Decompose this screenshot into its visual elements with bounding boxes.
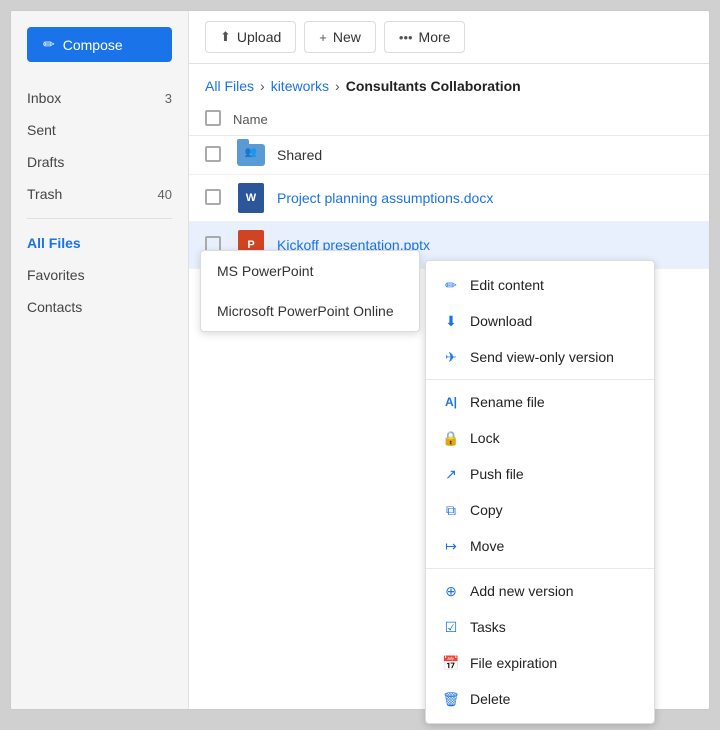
context-menu: ✏ Edit content ⬇ Download ✈ Send view-on… xyxy=(425,260,655,709)
folder-people-icon: 👥 xyxy=(245,147,257,158)
upload-icon: ⬆ xyxy=(220,29,231,45)
push-file-label: Push file xyxy=(470,466,524,482)
sidebar: ✏ Compose Inbox 3 Sent Drafts Trash 40 A… xyxy=(11,11,189,709)
delete-label: Delete xyxy=(470,691,510,707)
breadcrumb-part2[interactable]: kiteworks xyxy=(271,78,329,94)
breadcrumb-sep1: › xyxy=(260,78,265,94)
context-menu-push-file[interactable]: ↗ Push file xyxy=(426,456,654,492)
rename-file-label: Rename file xyxy=(470,394,545,410)
file-expiration-icon: 📅 xyxy=(442,654,460,672)
inbox-label: Inbox xyxy=(27,90,165,106)
dots-icon: ••• xyxy=(399,30,413,45)
breadcrumb-sep2: › xyxy=(335,78,340,94)
sidebar-item-sent[interactable]: Sent xyxy=(11,114,188,146)
upload-button[interactable]: ⬆ Upload xyxy=(205,21,296,53)
edit-content-label: Edit content xyxy=(470,277,544,293)
contacts-label: Contacts xyxy=(27,299,172,315)
context-menu-file-expiration[interactable]: 📅 File expiration xyxy=(426,645,654,681)
context-menu-move[interactable]: ↦ Move xyxy=(426,528,654,564)
sidebar-item-all-files[interactable]: All Files xyxy=(11,227,188,259)
more-button[interactable]: ••• More xyxy=(384,21,466,53)
all-files-label: All Files xyxy=(27,235,172,251)
header-checkbox[interactable] xyxy=(205,110,221,126)
sidebar-item-inbox[interactable]: Inbox 3 xyxy=(11,82,188,114)
context-menu-edit-content[interactable]: ✏ Edit content xyxy=(426,267,654,303)
nav-divider-1 xyxy=(27,218,172,219)
push-file-icon: ↗ xyxy=(442,465,460,483)
pencil-icon: ✏ xyxy=(43,36,55,53)
new-button[interactable]: + New xyxy=(304,21,376,53)
app-chooser-ms-powerpoint-online[interactable]: Microsoft PowerPoint Online xyxy=(201,291,419,331)
toolbar: ⬆ Upload + New ••• More xyxy=(189,11,709,64)
context-menu-tasks[interactable]: ☑ Tasks xyxy=(426,609,654,645)
plus-icon: + xyxy=(319,30,327,45)
context-menu-download[interactable]: ⬇ Download xyxy=(426,303,654,339)
context-menu-delete[interactable]: 🗑 Delete xyxy=(426,681,654,709)
sidebar-item-drafts[interactable]: Drafts xyxy=(11,146,188,178)
send-view-only-label: Send view-only version xyxy=(470,349,614,365)
app-chooser-dropdown: MS PowerPoint Microsoft PowerPoint Onlin… xyxy=(200,250,420,332)
trash-label: Trash xyxy=(27,186,158,202)
table-row[interactable]: W Project planning assumptions.docx xyxy=(189,175,709,222)
folder-icon-shared: 👥 xyxy=(233,144,269,166)
file-list-header: Name xyxy=(189,104,709,136)
delete-icon: 🗑 xyxy=(442,690,460,708)
add-new-version-label: Add new version xyxy=(470,583,574,599)
drafts-label: Drafts xyxy=(27,154,172,170)
context-menu-rename-file[interactable]: A| Rename file xyxy=(426,384,654,420)
context-divider-1 xyxy=(426,379,654,380)
sidebar-item-trash[interactable]: Trash 40 xyxy=(11,178,188,210)
breadcrumb-current: Consultants Collaboration xyxy=(346,78,521,94)
compose-button[interactable]: ✏ Compose xyxy=(27,27,172,62)
more-label: More xyxy=(419,29,451,45)
move-icon: ↦ xyxy=(442,537,460,555)
table-row[interactable]: 👥 Shared xyxy=(189,136,709,175)
breadcrumb: All Files › kiteworks › Consultants Coll… xyxy=(189,64,709,104)
main-content: ⬆ Upload + New ••• More All Files › kite… xyxy=(189,11,709,709)
compose-label: Compose xyxy=(63,37,123,53)
context-menu-add-new-version[interactable]: ⊕ Add new version xyxy=(426,573,654,609)
row-checkbox-word[interactable] xyxy=(205,189,221,205)
favorites-label: Favorites xyxy=(27,267,172,283)
tasks-label: Tasks xyxy=(470,619,506,635)
copy-label: Copy xyxy=(470,502,503,518)
context-menu-lock[interactable]: 🔒 Lock xyxy=(426,420,654,456)
context-menu-copy[interactable]: ⧉ Copy xyxy=(426,492,654,528)
lock-icon: 🔒 xyxy=(442,429,460,447)
rename-file-icon: A| xyxy=(442,393,460,411)
download-icon: ⬇ xyxy=(442,312,460,330)
file-name-word: Project planning assumptions.docx xyxy=(277,190,693,206)
context-menu-send-view-only[interactable]: ✈ Send view-only version xyxy=(426,339,654,375)
breadcrumb-part1[interactable]: All Files xyxy=(205,78,254,94)
file-name-shared: Shared xyxy=(277,147,693,163)
move-label: Move xyxy=(470,538,504,554)
ms-powerpoint-online-label: Microsoft PowerPoint Online xyxy=(217,303,394,319)
download-label: Download xyxy=(470,313,532,329)
tasks-icon: ☑ xyxy=(442,618,460,636)
row-checkbox-shared[interactable] xyxy=(205,146,221,162)
trash-badge: 40 xyxy=(158,187,172,202)
sent-label: Sent xyxy=(27,122,172,138)
context-divider-2 xyxy=(426,568,654,569)
edit-content-icon: ✏ xyxy=(442,276,460,294)
word-icon: W xyxy=(233,183,269,213)
new-label: New xyxy=(333,29,361,45)
send-view-only-icon: ✈ xyxy=(442,348,460,366)
add-new-version-icon: ⊕ xyxy=(442,582,460,600)
app-chooser-ms-powerpoint[interactable]: MS PowerPoint xyxy=(201,251,419,291)
inbox-badge: 3 xyxy=(165,91,172,106)
file-expiration-label: File expiration xyxy=(470,655,557,671)
lock-label: Lock xyxy=(470,430,500,446)
name-column-header: Name xyxy=(233,112,268,127)
ms-powerpoint-label: MS PowerPoint xyxy=(217,263,313,279)
sidebar-item-favorites[interactable]: Favorites xyxy=(11,259,188,291)
upload-label: Upload xyxy=(237,29,281,45)
copy-icon: ⧉ xyxy=(442,501,460,519)
sidebar-item-contacts[interactable]: Contacts xyxy=(11,291,188,323)
